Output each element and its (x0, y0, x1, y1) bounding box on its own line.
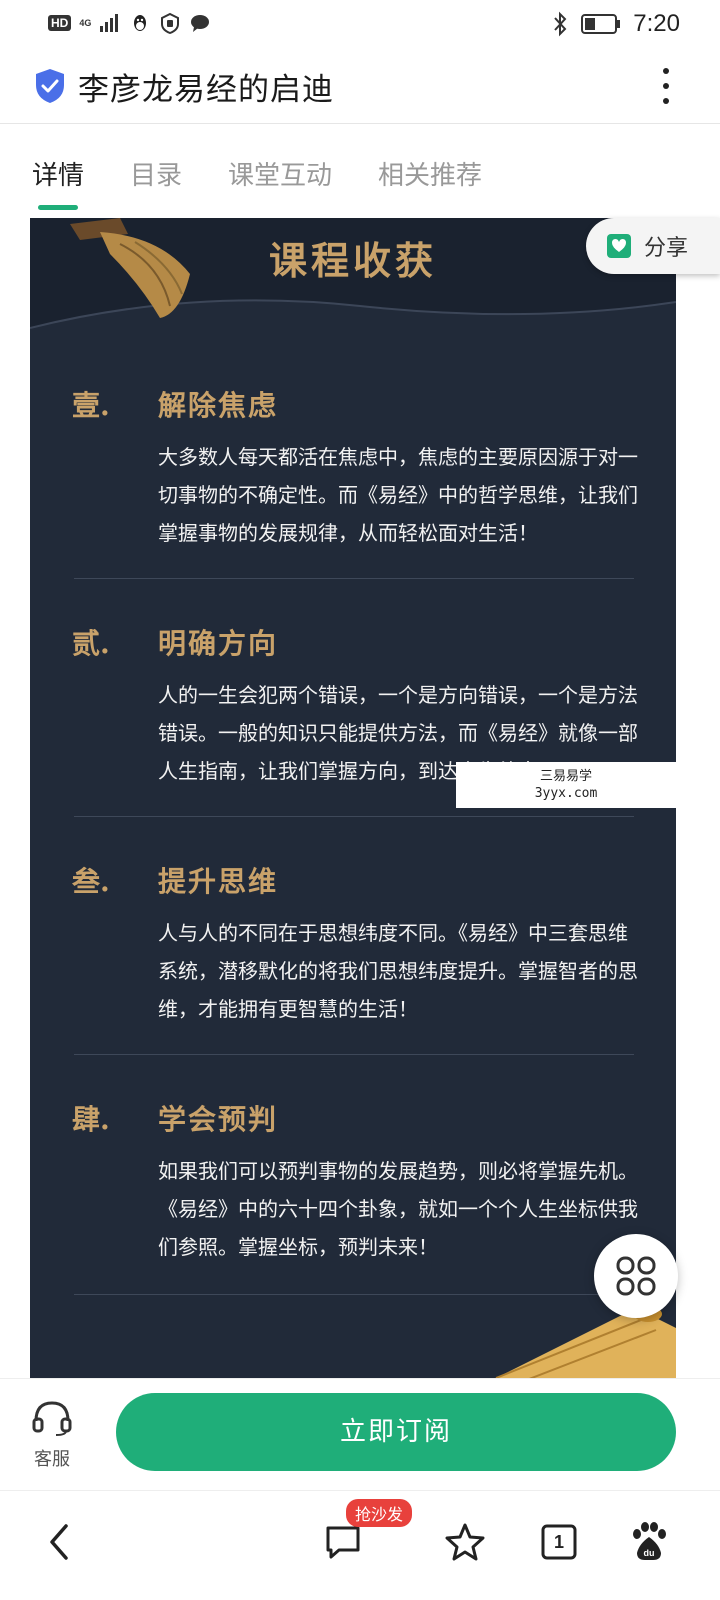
status-left: HD 4G (48, 12, 211, 34)
star-icon (445, 1523, 485, 1561)
tab-details[interactable]: 详情 (32, 155, 84, 192)
tab-catalog[interactable]: 目录 (130, 155, 182, 192)
customer-service-label: 客服 (34, 1449, 70, 1470)
section-number: 肆. (72, 1103, 110, 1136)
verified-shield-icon (36, 69, 64, 103)
browser-bottom-nav: 抢沙发 1 du (0, 1490, 720, 1600)
section-divider (74, 816, 634, 817)
baidu-paw-icon: du (633, 1522, 666, 1560)
battery-icon (581, 14, 621, 34)
section-divider (74, 578, 634, 579)
section-body: 如果我们可以预判事物的发展趋势，则必将掌握先机。《易经》中的六十四个卦象，就如一… (158, 1159, 638, 1259)
favorite-button[interactable] (440, 1517, 490, 1567)
more-options-icon[interactable] (662, 68, 670, 104)
tab-count: 1 (553, 1531, 564, 1552)
signal-icon (100, 14, 119, 32)
share-label: 分享 (644, 236, 689, 261)
section-body: 大多数人每天都活在焦虑中，焦虑的主要原因源于对一切事物的不确定性。而《易经》中的… (158, 445, 638, 545)
section-divider (74, 1294, 634, 1295)
bluetooth-icon (554, 11, 567, 37)
watermark-url: 3yyx.com (534, 786, 598, 801)
page-title: 李彦龙易经的启迪 (78, 72, 334, 108)
card-title: 课程收获 (268, 238, 437, 283)
watermark: 三易易学 3yyx.com (456, 762, 676, 808)
headset-icon (32, 1401, 72, 1436)
active-tab-indicator (38, 205, 78, 210)
hd-indicator: HD (48, 15, 72, 31)
tab-recommendations[interactable]: 相关推荐 (378, 155, 482, 192)
section-heading: 明确方向 (158, 627, 279, 660)
tab-bar: 详情 目录 课堂互动 相关推荐 (0, 125, 720, 215)
message-icon (191, 15, 210, 32)
status-right: 7:20 (551, 10, 680, 38)
section-body: 人与人的不同在于思想纬度不同。《易经》中三套思维系统，潜移默化的将我们思想纬度提… (158, 921, 638, 1021)
section-heading: 解除焦虑 (158, 389, 279, 422)
grid-icon (616, 1256, 656, 1296)
hand-shield-icon (161, 12, 180, 34)
section-divider (74, 1054, 634, 1055)
status-bar: HD 4G 7:20 (0, 0, 720, 48)
section-number: 贰. (72, 627, 110, 660)
svg-text:du: du (644, 1548, 655, 1558)
tabs-button[interactable]: 1 (534, 1517, 584, 1567)
section-heading: 学会预判 (158, 1103, 279, 1136)
subscribe-bar: 客服 立即订阅 (0, 1378, 720, 1490)
customer-service-button[interactable]: 客服 (26, 1397, 78, 1471)
share-button[interactable]: 分享 (586, 218, 720, 274)
section-number: 壹. (72, 389, 110, 422)
back-arrow-icon (50, 1524, 68, 1560)
clock: 7:20 (633, 10, 680, 37)
back-button[interactable] (34, 1517, 84, 1567)
card-header-band: 课程收获 (30, 218, 676, 338)
share-icon (607, 234, 631, 258)
tab-interaction[interactable]: 课堂互动 (228, 155, 332, 192)
section-number: 叁. (72, 865, 110, 898)
title-bar: 李彦龙易经的启迪 (0, 48, 720, 124)
baidu-button[interactable]: du (624, 1517, 674, 1567)
section-heading: 提升思维 (158, 865, 279, 898)
comment-icon (326, 1526, 360, 1559)
course-benefits-card: 课程收获 壹. 解除焦虑 大多数人每天都活在焦虑中，焦虑的主要原因源于对一切事物… (30, 218, 676, 1398)
comment-badge: 抢沙发 (346, 1499, 413, 1527)
network-indicator: 4G (79, 17, 92, 28)
floating-menu-button[interactable] (594, 1234, 678, 1318)
watermark-line: 三易易学 (539, 769, 592, 784)
qq-icon (134, 15, 147, 31)
subscribe-button[interactable]: 立即订阅 (116, 1393, 676, 1471)
